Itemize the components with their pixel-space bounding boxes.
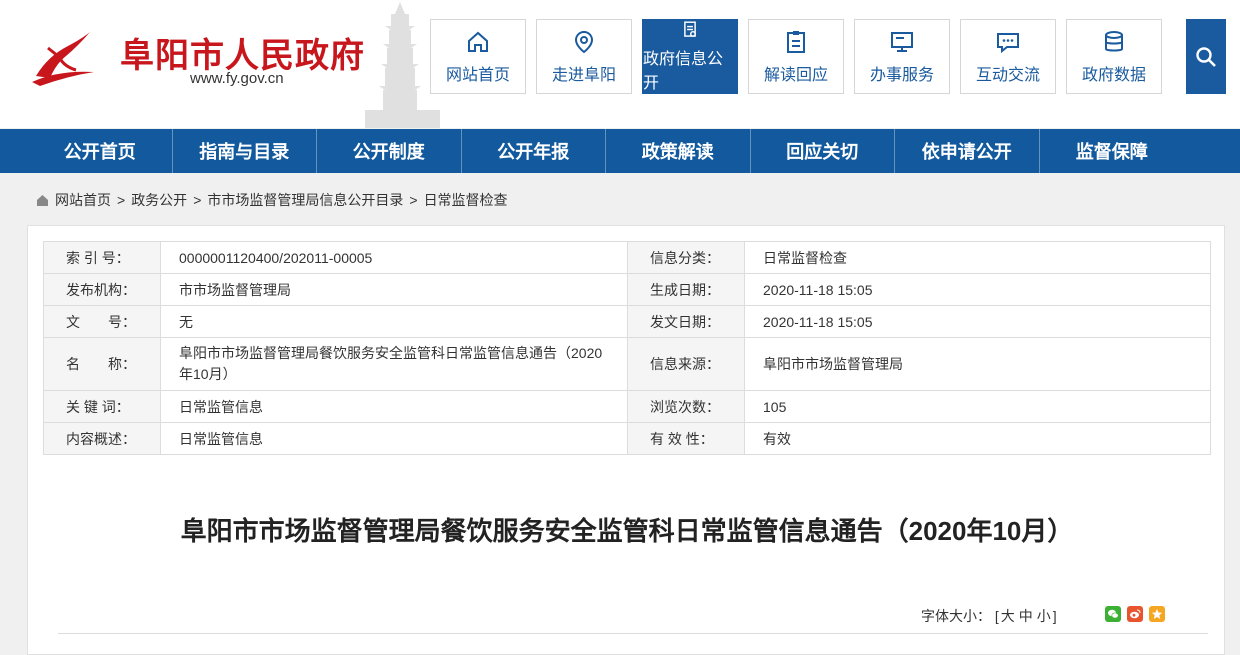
main-nav-item-request[interactable]: 依申请公开 [895,129,1040,173]
top-nav-about[interactable]: 走进阜阳 [536,19,632,94]
breadcrumb-home[interactable]: 网站首页 [55,190,111,210]
font-size-bracket: [ [994,608,999,624]
top-nav: 网站首页 走进阜阳 政府信息公开 解读回应 办事服务 互动交流 政府数据 [430,19,1172,94]
meta-key: 关 键 词： [43,390,161,423]
top-nav-label: 网站首页 [445,66,510,84]
header: 阜阳市人民政府 www.fy.gov.cn 网站首页 走进阜阳 政府信息公开 解… [0,0,1240,128]
font-size-small-button[interactable]: 小 [1037,608,1051,624]
monitor-icon [891,31,913,52]
table-row: 文 号： 无 发文日期： 2020-11-18 15:05 [43,305,1211,338]
breadcrumb-directory[interactable]: 市市场监督管理局信息公开目录 [207,190,403,210]
font-size-label: 字体大小： [921,608,991,624]
meta-value: 无 [160,305,628,338]
fuyang-logo [32,32,94,86]
top-nav-label: 政府信息公开 [643,51,724,92]
breadcrumb-gov-affairs[interactable]: 政务公开 [131,190,187,210]
font-size-large-button[interactable]: 大 [1001,608,1015,624]
document-icon [684,21,696,37]
breadcrumb-current[interactable]: 日常监督检查 [424,190,508,210]
table-row: 内容概述： 日常监管信息 有 效 性： 有效 [43,422,1211,455]
meta-value: 2020-11-18 15:05 [744,273,1211,306]
meta-key: 发布机构： [43,273,161,306]
main-nav-item-policy[interactable]: 政策解读 [606,129,751,173]
top-nav-data[interactable]: 政府数据 [1066,19,1162,94]
table-row: 关 键 词： 日常监管信息 浏览次数： 105 [43,390,1211,423]
divider [58,633,1208,634]
database-icon [1105,30,1123,51]
top-nav-label: 互动交流 [975,66,1040,84]
meta-key: 发文日期： [627,305,745,338]
content-panel: 索 引 号： 0000001120400/202011-00005 信息分类： … [27,225,1225,655]
table-row: 发布机构： 市市场监督管理局 生成日期： 2020-11-18 15:05 [43,273,1211,306]
share-bar [1105,606,1171,622]
meta-key: 浏览次数： [627,390,745,423]
article-title: 阜阳市市场监督管理局餐饮服务安全监管科日常监管信息通告（2020年10月） [180,516,1074,546]
search-button[interactable] [1186,19,1226,94]
meta-value: 0000001120400/202011-00005 [160,241,628,274]
main-nav-item-annual-report[interactable]: 公开年报 [462,129,606,173]
font-size-bracket: ] [1052,608,1057,624]
main-nav-item-guide[interactable]: 指南与目录 [173,129,317,173]
chat-icon [997,32,1019,53]
meta-value: 105 [744,390,1211,423]
main-nav-item-home[interactable]: 公开首页 [28,129,173,173]
meta-key: 信息分类： [627,241,745,274]
home-icon [37,194,48,206]
meta-value: 阜阳市市场监督管理局 [744,337,1211,391]
meta-key: 文 号： [43,305,161,338]
breadcrumb-separator: > [409,192,418,208]
meta-key: 名 称： [43,337,161,391]
search-icon [1196,46,1216,67]
meta-key: 信息来源： [627,337,745,391]
meta-value: 2020-11-18 15:05 [744,305,1211,338]
breadcrumb-separator: > [193,192,202,208]
site-url: www.fy.gov.cn [190,70,284,87]
wechat-share-button[interactable] [1105,606,1121,622]
home-icon [468,31,488,52]
font-size-control: 字体大小： [大中小] [921,606,1057,626]
breadcrumb: 网站首页 > 政务公开 > 市市场监督管理局信息公开目录 > 日常监督检查 [36,190,508,210]
top-nav-label: 走进阜阳 [551,66,616,84]
qzone-icon [1152,609,1162,619]
top-nav-interaction[interactable]: 互动交流 [960,19,1056,94]
meta-value: 有效 [744,422,1211,455]
breadcrumb-separator: > [117,192,126,208]
main-nav-item-system[interactable]: 公开制度 [317,129,462,173]
weibo-share-button[interactable] [1127,606,1143,622]
meta-key: 有 效 性： [627,422,745,455]
top-nav-home[interactable]: 网站首页 [430,19,526,94]
main-nav: 公开首页 指南与目录 公开制度 公开年报 政策解读 回应关切 依申请公开 监督保… [0,129,1240,173]
main-nav-item-supervision[interactable]: 监督保障 [1040,129,1185,173]
wechat-icon [1108,609,1119,619]
meta-key: 内容概述： [43,422,161,455]
meta-value: 日常监督检查 [744,241,1211,274]
clipboard-icon [787,30,805,53]
metadata-table: 索 引 号： 0000001120400/202011-00005 信息分类： … [43,241,1211,455]
table-row: 索 引 号： 0000001120400/202011-00005 信息分类： … [43,241,1211,274]
top-nav-services[interactable]: 办事服务 [854,19,950,94]
top-nav-label: 解读回应 [763,66,828,84]
meta-value: 市市场监督管理局 [160,273,628,306]
table-row: 名 称： 阜阳市市场监督管理局餐饮服务安全监管科日常监管信息通告（2020年10… [43,337,1211,391]
meta-key: 生成日期： [627,273,745,306]
top-nav-label: 政府数据 [1081,66,1146,84]
location-pin-icon [574,30,594,53]
meta-value: 日常监管信息 [160,390,628,423]
qzone-share-button[interactable] [1149,606,1165,622]
meta-key: 索 引 号： [43,241,161,274]
top-nav-interpretation[interactable]: 解读回应 [748,19,844,94]
font-size-medium-button[interactable]: 中 [1019,608,1033,624]
top-nav-label: 办事服务 [869,66,934,84]
weibo-icon [1130,609,1141,619]
meta-value: 日常监管信息 [160,422,628,455]
main-nav-item-response[interactable]: 回应关切 [751,129,895,173]
top-nav-gov-info[interactable]: 政府信息公开 [642,19,738,94]
meta-value: 阜阳市市场监督管理局餐饮服务安全监管科日常监管信息通告（2020年10月） [160,337,628,391]
